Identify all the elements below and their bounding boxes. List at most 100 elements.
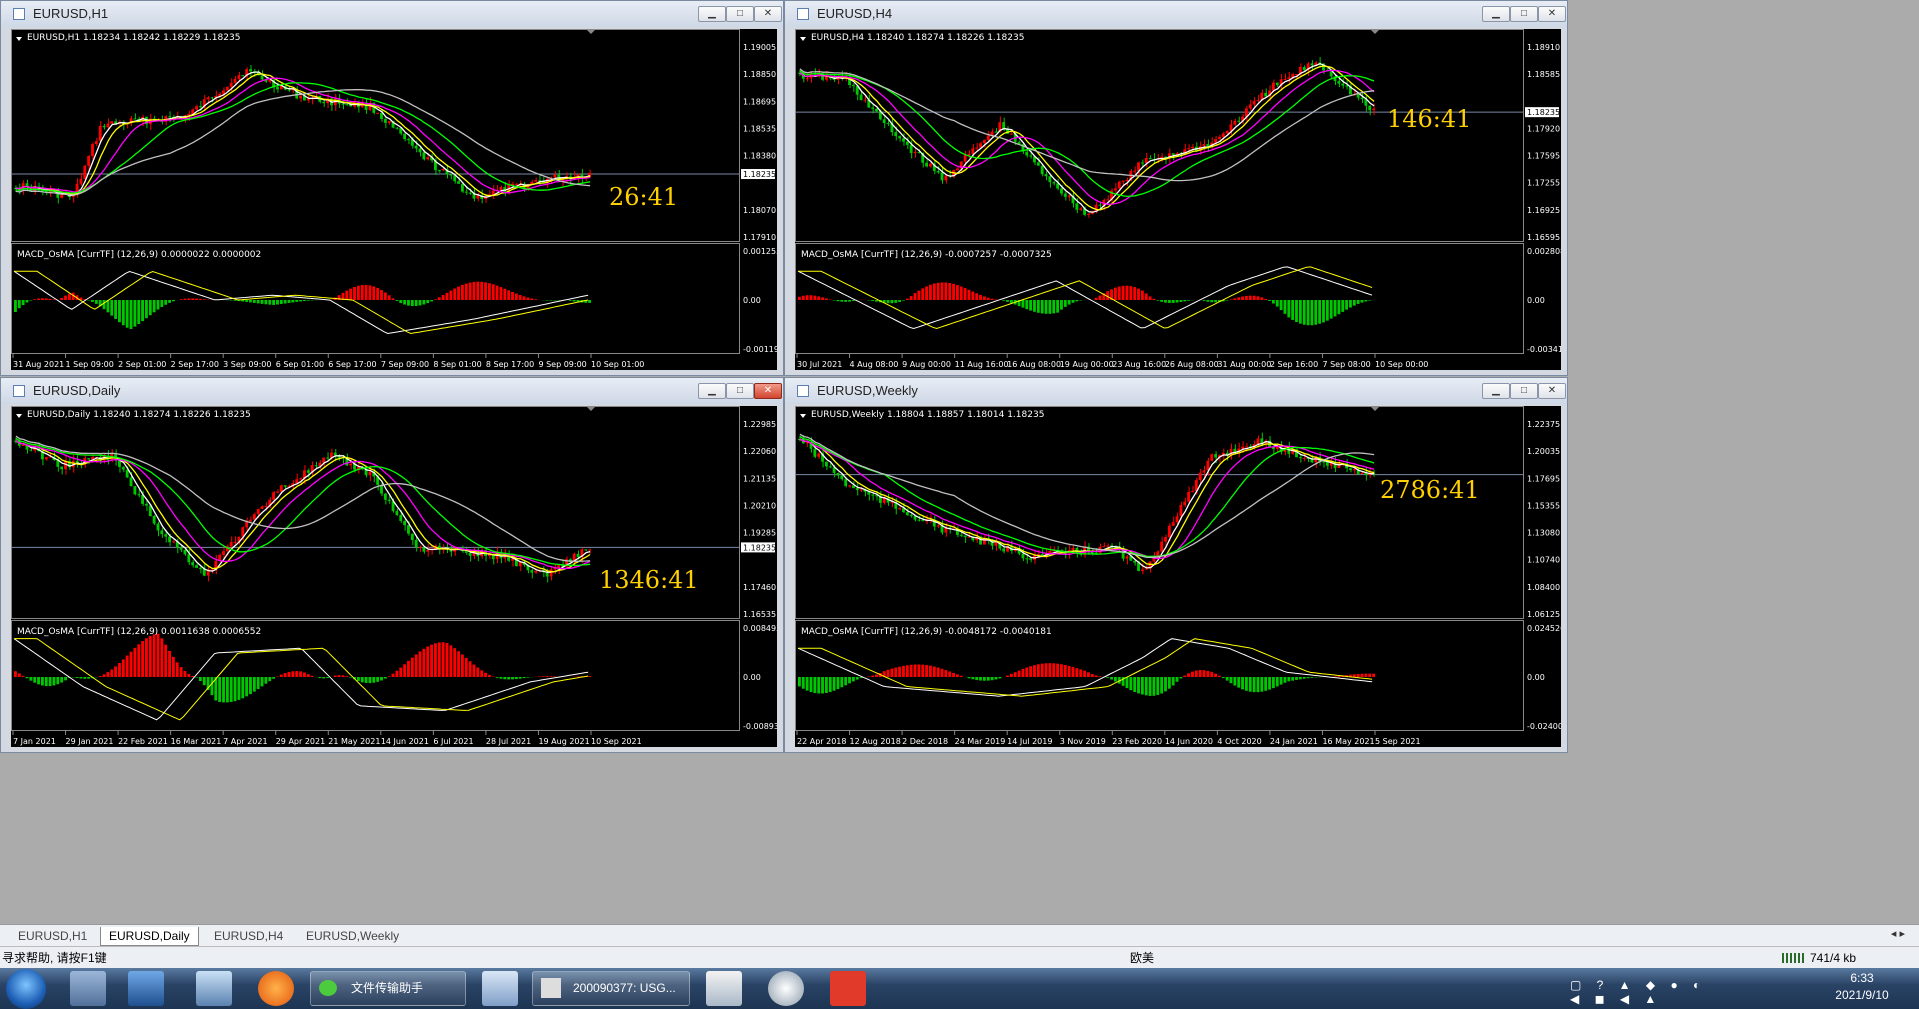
macd-histogram-bar xyxy=(268,677,272,682)
macd-histogram-bar xyxy=(129,651,133,677)
status-help-text: 寻求帮助, 请按F1键 xyxy=(2,951,107,965)
macd-histogram-bar xyxy=(64,677,67,681)
macd-histogram-bar xyxy=(1167,300,1171,303)
macd-histogram-bar xyxy=(1033,665,1036,677)
candle-body xyxy=(94,141,98,145)
monitor-icon[interactable] xyxy=(128,971,164,1006)
network-app-icon[interactable] xyxy=(196,971,232,1006)
notepad-icon[interactable] xyxy=(482,971,518,1006)
minimize-button[interactable]: ▁ xyxy=(1482,383,1510,399)
taskbar-wechat-button[interactable]: 文件传输助手 xyxy=(310,971,466,1006)
minimize-button[interactable]: ▁ xyxy=(698,383,726,399)
macd-histogram-bar xyxy=(148,300,152,316)
candle-body xyxy=(1202,144,1206,147)
chart-area[interactable]: 1.22375 1.20035 1.17695 1.15355 1.13080 1.107… xyxy=(795,406,1561,747)
shift-marker-icon[interactable] xyxy=(587,30,595,34)
chart-window-h1[interactable]: EURUSD,H1 ▁ □ ✕ 1.19005 1.18850 1.18695 1.185… xyxy=(0,0,784,376)
collapse-triangle-icon[interactable] xyxy=(800,414,806,418)
macd-histogram-bar xyxy=(306,300,310,301)
collapse-triangle-icon[interactable] xyxy=(800,37,806,41)
time-axis-label: 10 Sep 2021 xyxy=(591,737,642,746)
tab-eurusd-daily[interactable]: EURUSD,Daily xyxy=(100,927,199,946)
system-tray-icons[interactable]: ▢ ? ▲ ◆ ● ◐ ◀ ◼ ◀ ▲ xyxy=(1570,978,1730,1006)
chart-window-h4[interactable]: EURUSD,H4 ▁ □ ✕ 1.18910 1.18585 1.18235 1.179… xyxy=(784,0,1568,376)
clock-date[interactable]: 2021/9/10 xyxy=(1830,988,1894,1002)
macd-histogram-bar xyxy=(1075,300,1079,302)
macd-histogram-bar xyxy=(936,282,940,300)
close-button[interactable]: ✕ xyxy=(754,383,782,399)
candle-body xyxy=(426,550,430,552)
close-button[interactable]: ✕ xyxy=(754,6,782,22)
browser-icon[interactable] xyxy=(258,971,294,1006)
macd-histogram-bar xyxy=(1187,300,1191,301)
macd-histogram-bar xyxy=(813,295,817,300)
window-titlebar[interactable]: EURUSD,H4 ▁ □ ✕ xyxy=(785,1,1567,27)
macd-histogram-bar xyxy=(526,677,530,678)
macd-histogram-bar xyxy=(982,677,986,681)
macd-histogram-bar xyxy=(898,666,902,677)
chart-area[interactable]: 1.22985 1.22060 1.21135 1.20210 1.19285 1.182… xyxy=(11,406,777,747)
time-axis-label: 14 Jun 2021 xyxy=(381,737,429,746)
candle-body xyxy=(1102,546,1106,548)
maximize-button[interactable]: □ xyxy=(1510,6,1538,22)
collapse-triangle-icon[interactable] xyxy=(16,37,22,41)
candle-body xyxy=(333,452,337,456)
window-titlebar[interactable]: EURUSD,H1 ▁ □ ✕ xyxy=(1,1,783,27)
window-titlebar[interactable]: EURUSD,Daily ▁ □ ✕ xyxy=(1,378,783,404)
macd-histogram-bar xyxy=(1372,673,1375,677)
maximize-button[interactable]: □ xyxy=(726,383,754,399)
macd-histogram-bar xyxy=(457,651,460,677)
collapse-triangle-icon[interactable] xyxy=(16,414,22,418)
moving-average-line xyxy=(799,438,1375,566)
macd-histogram-bar xyxy=(91,300,94,302)
tab-eurusd-h1[interactable]: EURUSD,H1 xyxy=(10,927,95,945)
candle-body xyxy=(152,515,156,524)
macd-histogram-bar xyxy=(52,299,56,300)
macd-axis-label: 0.0245267 xyxy=(1527,624,1561,633)
shift-marker-icon[interactable] xyxy=(1371,30,1379,34)
close-button[interactable]: ✕ xyxy=(1538,6,1566,22)
macd-histogram-bar xyxy=(1036,300,1040,313)
maps-icon[interactable] xyxy=(706,971,742,1006)
macd-histogram-bar xyxy=(1094,675,1098,677)
candle-body xyxy=(859,94,863,100)
maximize-button[interactable]: □ xyxy=(1510,383,1538,399)
tab-eurusd-weekly[interactable]: EURUSD,Weekly xyxy=(298,927,407,945)
shift-marker-icon[interactable] xyxy=(1371,407,1379,411)
candle-body xyxy=(534,180,538,182)
macd-histogram-bar xyxy=(129,300,133,329)
candle-body xyxy=(222,90,225,94)
candle-body xyxy=(1125,180,1129,182)
start-button[interactable] xyxy=(6,969,46,1009)
macd-histogram-bar xyxy=(963,288,967,300)
taskbar-mt4-button[interactable]: 200090377: USG... xyxy=(532,971,690,1006)
macd-histogram-bar xyxy=(368,677,372,684)
minimize-button[interactable]: ▁ xyxy=(1482,6,1510,22)
macd-histogram-bar xyxy=(1040,300,1044,314)
chart-window-weekly[interactable]: EURUSD,Weekly ▁ □ ✕ 1.22375 1.20035 1.17695 1… xyxy=(784,377,1568,753)
app-close-x-icon[interactable] xyxy=(830,971,866,1006)
candle-body xyxy=(1248,104,1252,109)
show-desktop-icon[interactable] xyxy=(70,971,106,1006)
price-chart-svg: 1.18910 1.18585 1.18235 1.17920 1.17595 1.172… xyxy=(795,29,1561,369)
chart-window-daily[interactable]: EURUSD,Daily ▁ □ ✕ 1.22985 1.22060 1.21135 1.… xyxy=(0,377,784,753)
macd-histogram-bar xyxy=(1140,290,1144,300)
macd-histogram-bar xyxy=(1129,677,1133,691)
chart-area[interactable]: 1.18910 1.18585 1.18235 1.17920 1.17595 1.172… xyxy=(795,29,1561,370)
window-titlebar[interactable]: EURUSD,Weekly ▁ □ ✕ xyxy=(785,378,1567,404)
tab-scroll-arrows[interactable]: ◂ ▸ xyxy=(1891,927,1905,940)
maximize-button[interactable]: □ xyxy=(726,6,754,22)
shift-marker-icon[interactable] xyxy=(587,407,595,411)
macd-histogram-bar xyxy=(871,300,875,301)
tab-eurusd-h4[interactable]: EURUSD,H4 xyxy=(206,927,291,945)
candle-body xyxy=(403,520,407,526)
candle-body xyxy=(909,144,913,153)
clock-time[interactable]: 6:33 xyxy=(1832,971,1892,985)
close-button[interactable]: ✕ xyxy=(1538,383,1566,399)
chart-area[interactable]: 1.19005 1.18850 1.18695 1.18535 1.18380 1.182… xyxy=(11,29,777,370)
macd-histogram-bar xyxy=(1164,677,1167,692)
candle-body xyxy=(210,97,214,99)
macd-histogram-bar xyxy=(959,675,963,677)
qq-icon[interactable] xyxy=(768,971,804,1006)
minimize-button[interactable]: ▁ xyxy=(698,6,726,22)
